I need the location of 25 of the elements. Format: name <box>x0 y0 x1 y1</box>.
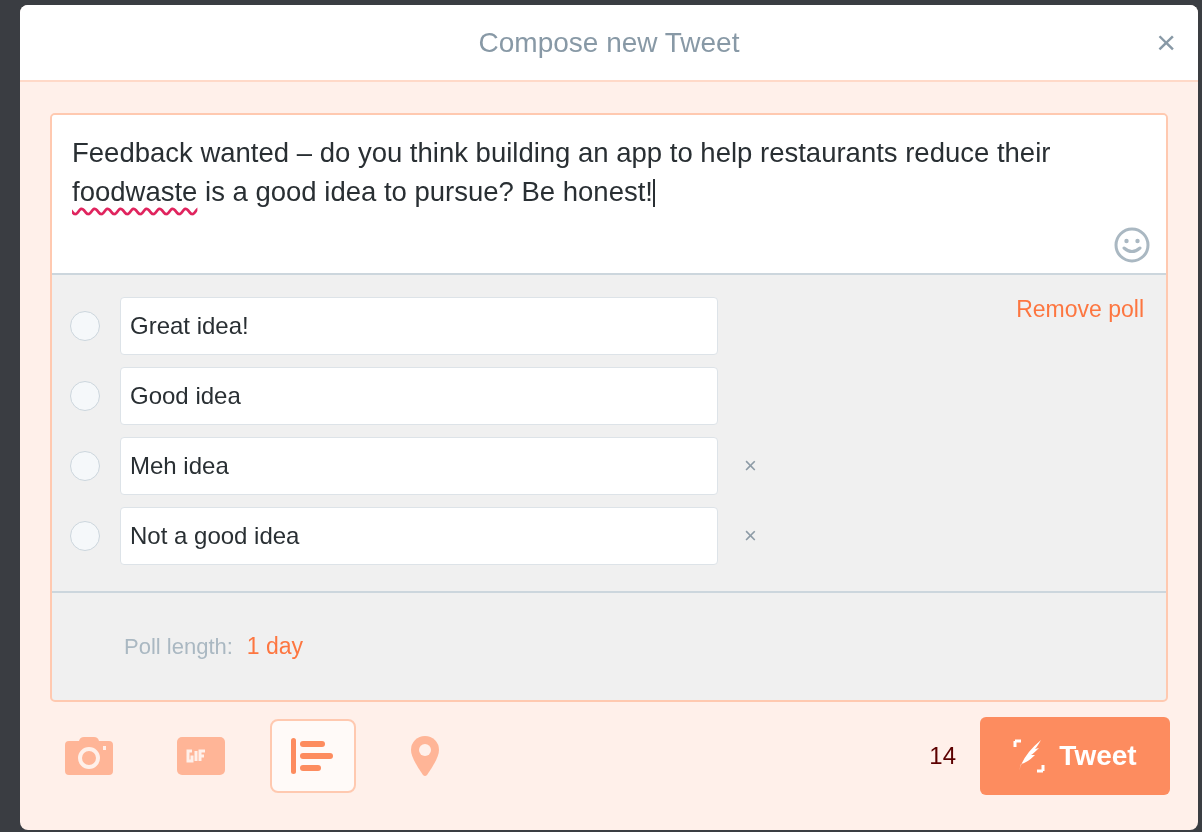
quill-icon <box>1013 739 1046 773</box>
window-title: Compose new Tweet <box>478 26 740 59</box>
tweet-text-field[interactable]: Feedback wanted – do you think building an app to help restaurants reduce their foodwaste is a good idea to pursue? Be honest! <box>52 115 1166 275</box>
tweet-button[interactable]: Tweet <box>980 717 1170 795</box>
radio-button[interactable] <box>70 311 100 341</box>
poll-icon <box>291 738 335 774</box>
choice-field[interactable]: Good idea <box>120 367 718 425</box>
poll-button[interactable] <box>270 719 356 793</box>
choice-field[interactable]: Not a good idea <box>120 507 718 565</box>
camera-icon <box>65 737 113 775</box>
smiley-icon[interactable] <box>1114 227 1150 263</box>
remove-choice-button[interactable]: × <box>740 453 761 479</box>
radio-button[interactable] <box>70 381 100 411</box>
remove-poll-link[interactable]: Remove poll <box>1016 296 1144 323</box>
choice-field[interactable]: Meh idea <box>120 437 718 495</box>
choice-field[interactable]: Great idea! <box>120 297 718 355</box>
radio-button[interactable] <box>70 521 100 551</box>
poll-length-dropdown[interactable]: 1 day <box>246 633 304 660</box>
character-count: 14 <box>929 742 956 770</box>
close-button[interactable]: × <box>1152 25 1180 59</box>
location-pin-icon <box>411 736 439 776</box>
radio-button[interactable] <box>70 451 100 481</box>
gif-icon <box>177 737 225 775</box>
poll-length-label: Poll length: <box>124 633 233 660</box>
remove-choice-button[interactable]: × <box>740 523 761 549</box>
